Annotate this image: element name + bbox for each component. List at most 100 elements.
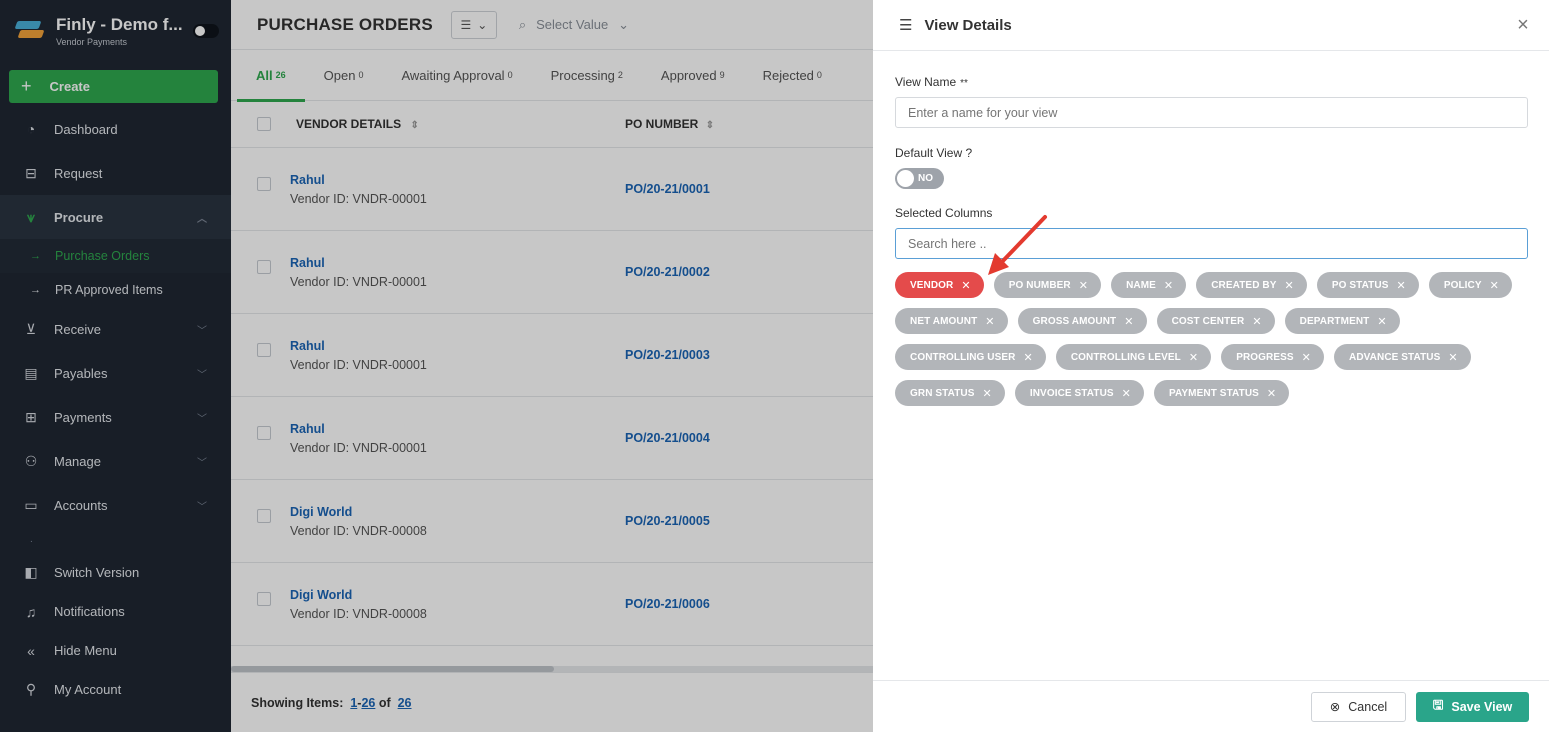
vendor-name-link[interactable]: Rahul: [290, 422, 625, 436]
po-number-link[interactable]: PO/20-21/0004: [625, 431, 710, 445]
tab-rejected[interactable]: Rejected 0: [744, 50, 841, 101]
total-link[interactable]: 26: [398, 696, 412, 710]
remove-chip-icon[interactable]: ✕: [1396, 279, 1405, 292]
column-chip-policy[interactable]: POLICY ✕: [1428, 272, 1512, 298]
remove-chip-icon[interactable]: ✕: [983, 387, 992, 400]
view-name-input[interactable]: [895, 97, 1528, 128]
remove-chip-icon[interactable]: ✕: [985, 315, 994, 328]
arrow-right-icon: →: [30, 250, 41, 262]
chevron-down-icon: ⌄: [477, 17, 488, 32]
view-selector-button[interactable]: ☰ ⌄: [450, 10, 497, 39]
sidebar-item-dashboard[interactable]: ◔ Dashboard: [0, 107, 231, 151]
row-checkbox[interactable]: [257, 260, 271, 274]
tab-open[interactable]: Open 0: [305, 50, 383, 101]
sidebar-item-manage[interactable]: ⚇ Manage ﹀: [0, 439, 231, 483]
po-number-link[interactable]: PO/20-21/0006: [625, 597, 710, 611]
row-checkbox[interactable]: [257, 343, 271, 357]
drawer-body: View Name** Default View ? NO Selected C…: [873, 51, 1549, 416]
table-row[interactable]: Rahul Vendor ID: VNDR-00001 PO/20-21/000…: [231, 231, 873, 314]
table-row[interactable]: Rahul Vendor ID: VNDR-00001 PO/20-21/000…: [231, 314, 873, 397]
remove-chip-icon[interactable]: ✕: [1267, 387, 1276, 400]
remove-chip-icon[interactable]: ✕: [1024, 351, 1033, 364]
cancel-button[interactable]: ⊗ Cancel: [1311, 691, 1406, 722]
sidebar-item-hide-menu[interactable]: « Hide Menu: [0, 631, 231, 670]
table-row[interactable]: Rahul Vendor ID: VNDR-00001 PO/20-21/000…: [231, 397, 873, 480]
column-chip-payment-status[interactable]: PAYMENT STATUS ✕: [1153, 380, 1290, 406]
default-view-toggle[interactable]: NO: [895, 168, 944, 189]
remove-chip-icon[interactable]: ✕: [1252, 315, 1261, 328]
select-value-dropdown[interactable]: ⌕ Select Value ⌄: [519, 17, 629, 33]
column-chip-grn-status[interactable]: GRN STATUS ✕: [895, 380, 1005, 406]
range-start-link[interactable]: 1: [350, 696, 357, 710]
vendor-cell: Rahul Vendor ID: VNDR-00001: [290, 256, 625, 289]
remove-chip-icon[interactable]: ✕: [1189, 351, 1198, 364]
sidebar-item-receive[interactable]: ⊻ Receive ﹀: [0, 307, 231, 351]
vendor-name-link[interactable]: Rahul: [290, 173, 625, 187]
column-header-vendor[interactable]: VENDOR DETAILS ⇕: [296, 117, 625, 131]
po-number-link[interactable]: PO/20-21/0005: [625, 514, 710, 528]
create-button[interactable]: + Create: [9, 70, 218, 103]
sidebar-item-switch-version[interactable]: ◧ Switch Version: [0, 553, 231, 592]
column-chip-department[interactable]: DEPARTMENT ✕: [1284, 308, 1400, 334]
sidebar-subitem-purchase-orders[interactable]: → Purchase Orders: [0, 239, 231, 273]
sidebar-item-payments[interactable]: ⊞ Payments ﹀: [0, 395, 231, 439]
theme-toggle[interactable]: [193, 24, 219, 38]
vendor-name-link[interactable]: Digi World: [290, 588, 625, 602]
sidebar-item-request[interactable]: ⊟ Request: [0, 151, 231, 195]
chip-label: CONTROLLING USER: [910, 351, 1016, 363]
remove-chip-icon[interactable]: ✕: [1490, 279, 1499, 292]
column-chip-gross-amount[interactable]: GROSS AMOUNT ✕: [1017, 308, 1147, 334]
sidebar-item-payables[interactable]: ▤ Payables ﹀: [0, 351, 231, 395]
tab-awaiting-approval[interactable]: Awaiting Approval 0: [382, 50, 531, 101]
vendor-id: Vendor ID: VNDR-00001: [290, 191, 427, 206]
save-view-button[interactable]: 🖫 Save View: [1416, 691, 1529, 722]
close-icon[interactable]: ×: [1503, 14, 1543, 37]
column-chip-invoice-status[interactable]: INVOICE STATUS ✕: [1014, 380, 1144, 406]
vendor-name-link[interactable]: Digi World: [290, 505, 625, 519]
remove-chip-icon[interactable]: ✕: [961, 279, 970, 292]
column-header-po-number[interactable]: PO NUMBER ⇕: [625, 117, 714, 131]
po-number-link[interactable]: PO/20-21/0003: [625, 348, 710, 362]
remove-chip-icon[interactable]: ✕: [1448, 351, 1457, 364]
remove-chip-icon[interactable]: ✕: [1164, 279, 1173, 292]
column-chip-cost-center[interactable]: COST CENTER ✕: [1156, 308, 1275, 334]
vendor-id: Vendor ID: VNDR-00001: [290, 440, 427, 455]
sidebar-item-procure[interactable]: ⩛ Procure ︿: [0, 195, 231, 239]
remove-chip-icon[interactable]: ✕: [1122, 387, 1131, 400]
select-all-checkbox[interactable]: [257, 117, 271, 131]
row-checkbox[interactable]: [257, 426, 271, 440]
column-chip-net-amount[interactable]: NET AMOUNT ✕: [895, 308, 1008, 334]
column-chip-controlling-user[interactable]: CONTROLLING USER ✕: [895, 344, 1046, 370]
vendor-name-link[interactable]: Rahul: [290, 339, 625, 353]
table-row[interactable]: Rahul Vendor ID: VNDR-00001 PO/20-21/000…: [231, 148, 873, 231]
column-chip-created-by[interactable]: CREATED BY ✕: [1196, 272, 1307, 298]
vendor-name-link[interactable]: Rahul: [290, 256, 625, 270]
column-chip-po-status[interactable]: PO STATUS ✕: [1316, 272, 1419, 298]
sidebar-item-my-account[interactable]: ⚲ My Account: [0, 670, 231, 709]
sidebar-item-notifications[interactable]: ♫ Notifications: [0, 592, 231, 631]
tab-approved[interactable]: Approved 9: [642, 50, 744, 101]
po-number-link[interactable]: PO/20-21/0001: [625, 182, 710, 196]
tab-processing[interactable]: Processing 2: [532, 50, 642, 101]
remove-chip-icon[interactable]: ✕: [1079, 279, 1088, 292]
range-end-link[interactable]: 26: [361, 696, 375, 710]
row-checkbox[interactable]: [257, 509, 271, 523]
remove-chip-icon[interactable]: ✕: [1285, 279, 1294, 292]
vendor-cell: Digi World Vendor ID: VNDR-00008: [290, 588, 625, 621]
tab-all[interactable]: All 26: [237, 50, 305, 102]
remove-chip-icon[interactable]: ✕: [1124, 315, 1133, 328]
table-row[interactable]: Digi World Vendor ID: VNDR-00008 PO/20-2…: [231, 480, 873, 563]
column-chip-advance-status[interactable]: ADVANCE STATUS ✕: [1334, 344, 1471, 370]
remove-chip-icon[interactable]: ✕: [1302, 351, 1311, 364]
column-chip-name[interactable]: NAME ✕: [1111, 272, 1187, 298]
column-chip-progress[interactable]: PROGRESS ✕: [1221, 344, 1324, 370]
sidebar-item-accounts[interactable]: ▭ Accounts ﹀: [0, 483, 231, 527]
column-chip-controlling-level[interactable]: CONTROLLING LEVEL ✕: [1055, 344, 1212, 370]
remove-chip-icon[interactable]: ✕: [1377, 315, 1386, 328]
po-number-link[interactable]: PO/20-21/0002: [625, 265, 710, 279]
row-checkbox[interactable]: [257, 177, 271, 191]
row-checkbox[interactable]: [257, 592, 271, 606]
sidebar-subitem-pr-approved-items[interactable]: → PR Approved Items: [0, 273, 231, 307]
table-row[interactable]: Digi World Vendor ID: VNDR-00008 PO/20-2…: [231, 563, 873, 646]
column-chip-vendor[interactable]: VENDOR ✕: [895, 272, 984, 298]
